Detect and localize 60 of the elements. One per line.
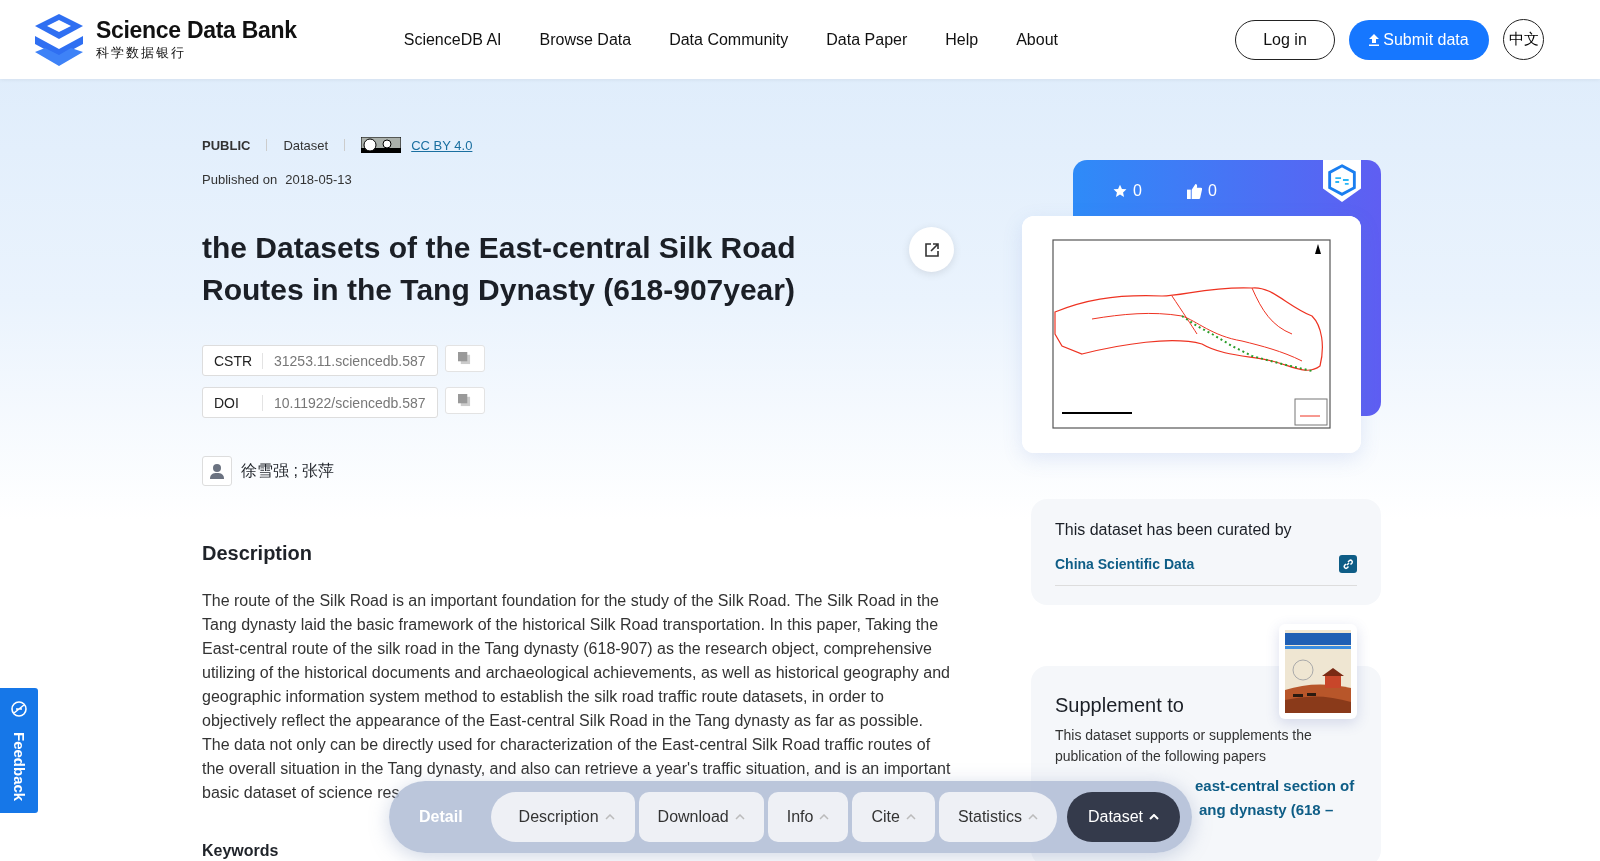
share-button[interactable] [909,227,954,272]
description-text: basic dataset of science res [202,783,400,803]
favorite-count: 0 [1133,182,1142,200]
published-label: Published on [202,172,278,187]
section-tab[interactable]: Cite [852,792,935,842]
paper-link[interactable]: ang dynasty (618 – [1195,799,1334,821]
nav-link[interactable]: ScienceDB AI [384,30,521,49]
section-heading: Description [202,542,314,565]
hexagon-badge-icon [1323,160,1361,202]
identifier-field: CSTR 31253.11.sciencedb.587 [202,345,438,376]
language-button[interactable]: 中文 [1503,19,1544,60]
logo-subtitle: 科学数据银行 [96,44,187,62]
upload-icon [1369,33,1380,46]
person-icon [209,463,225,479]
supplement-heading: Supplement to [1055,694,1185,717]
dataset-title: the Datasets of the East-central Silk Road Routes in the Tang Dynasty (618-907year) [202,230,797,308]
supplement-text: This dataset supports or supplements the publication of the following papers [1055,726,1313,766]
dock-label: Detail [418,808,464,826]
curation-heading: This dataset has been curated by [1055,521,1293,539]
section-tab[interactable]: Description [490,792,635,842]
type-label: Dataset [283,137,329,153]
section-tab[interactable]: Download [638,792,764,842]
chevron-up-icon [1027,814,1038,820]
thumbs-up-icon [1186,183,1202,199]
nav-link[interactable]: Browse Data [520,30,651,49]
published-date: 2018-05-13 [285,172,352,187]
license-badge-icon [361,137,402,153]
section-heading: Keywords [202,842,280,860]
link-button[interactable] [1339,555,1357,573]
submit-data-button[interactable]: Submit data [1349,19,1489,60]
license-link[interactable]: CC BY 4.0 [411,137,473,153]
section-tab[interactable]: Info [767,792,849,842]
nav-link[interactable]: Data Paper [807,30,927,49]
nav-link[interactable]: Data Community [650,30,808,49]
copy-icon [458,394,472,407]
feedback-icon [10,700,28,718]
copy-icon [458,352,472,365]
copy-button[interactable] [444,387,485,414]
access-label: PUBLIC [202,137,251,153]
section-tab[interactable]: Statistics [938,792,1057,842]
link-icon [1342,558,1354,570]
chevron-up-icon [604,814,615,820]
author-names[interactable]: 徐雪强 ; 张萍 [241,460,335,482]
copy-button[interactable] [444,345,485,372]
chevron-up-icon [1149,814,1160,820]
logo-title: Science Data Bank [96,17,297,44]
feedback-button[interactable]: Feedback [0,688,38,813]
section-tab[interactable]: Dataset [1066,792,1181,842]
paper-link[interactable]: east-central section of [1195,775,1355,797]
nav-link[interactable]: About [997,30,1077,49]
external-link-icon [923,241,940,258]
organization-link[interactable]: China Scientific Data [1055,556,1195,572]
chevron-up-icon [905,814,916,820]
identifier-field: DOI 10.11922/sciencedb.587 [202,387,438,418]
chevron-up-icon [819,814,830,820]
chevron-up-icon [734,814,745,820]
nav-link[interactable]: Help [926,30,998,49]
login-button[interactable]: Log in [1235,19,1335,60]
star-icon [1113,184,1127,198]
like-count: 0 [1207,182,1217,200]
